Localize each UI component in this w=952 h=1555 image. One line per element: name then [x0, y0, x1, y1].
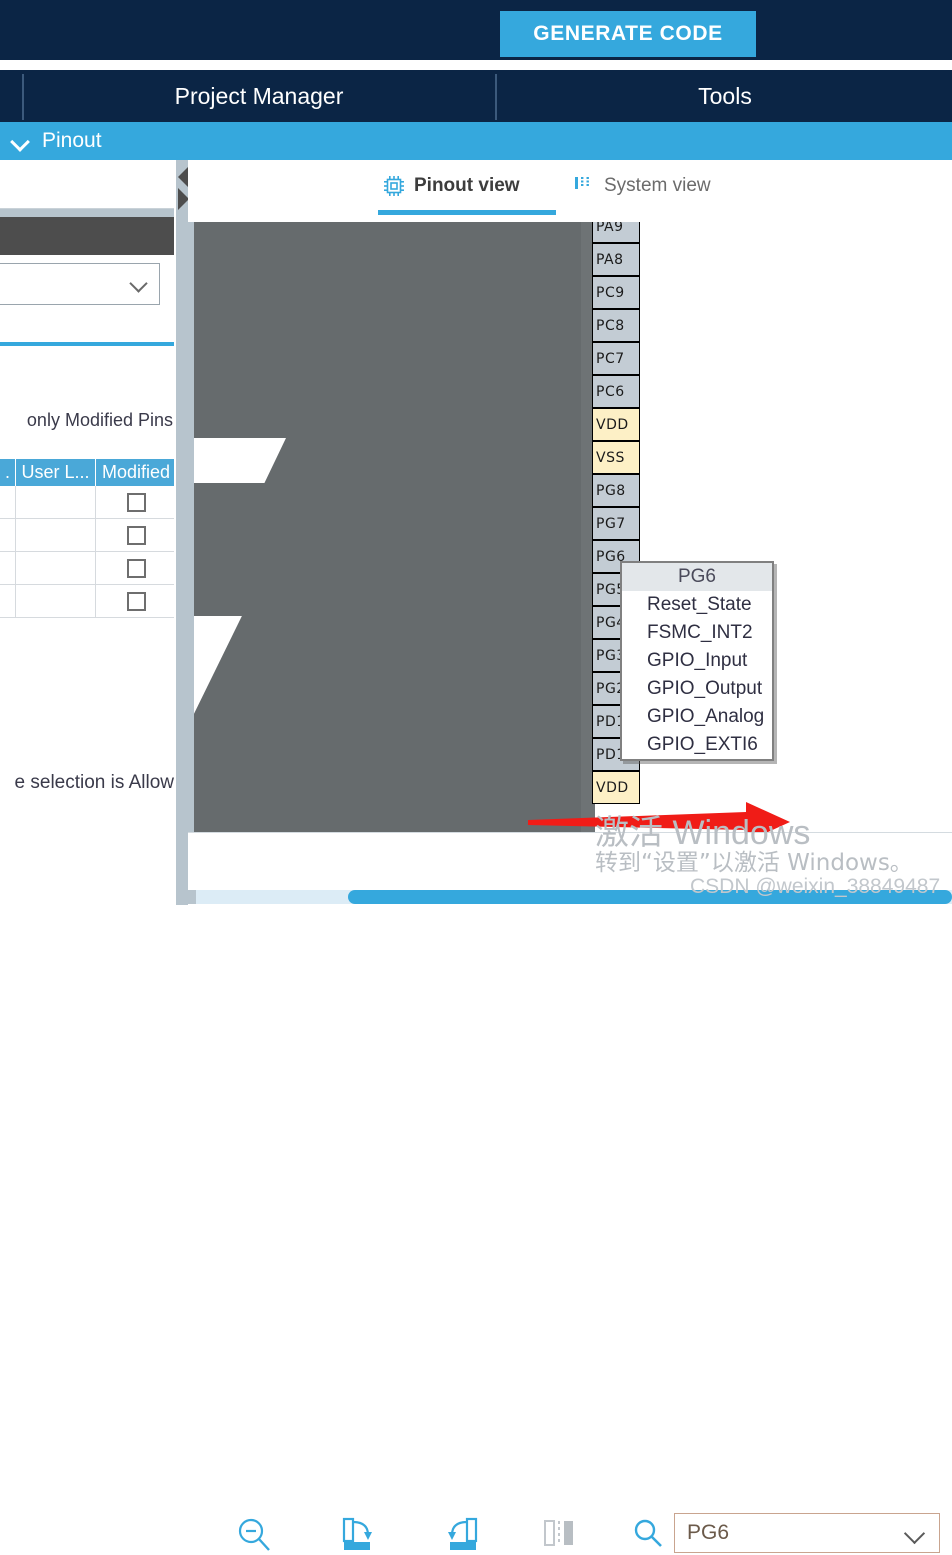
context-menu-item-reset_state[interactable]: Reset_State [622, 591, 772, 619]
left-sidebar-panel: only Modified Pins . User L... Modified [0, 160, 176, 905]
modified-checkbox[interactable] [126, 492, 146, 512]
context-menu-item-gpio_exti6[interactable]: GPIO_EXTI6 [622, 731, 772, 759]
toolbar-gap [0, 60, 952, 70]
table-row[interactable] [0, 519, 176, 552]
search-icon[interactable] [632, 1517, 664, 1549]
table-cell-modified [96, 486, 176, 518]
table-cell-modified [96, 585, 176, 617]
pin-label: VDD [596, 779, 629, 796]
sidebar-dropdown[interactable] [0, 263, 160, 305]
pin-label: PG7 [596, 515, 626, 532]
rotate-counterclockwise-icon[interactable] [438, 1514, 484, 1554]
table-row[interactable] [0, 486, 176, 519]
multiple-selection-allowed-label: e selection is Allow [14, 772, 174, 793]
table-cell-index [0, 552, 16, 584]
generate-code-button[interactable]: GENERATE CODE [500, 11, 756, 57]
pin-pc6[interactable]: PC6 [592, 375, 640, 408]
pin-pg8[interactable]: PG8 [592, 474, 640, 507]
chevron-down-icon[interactable] [131, 277, 147, 293]
pin-pc8[interactable]: PC8 [592, 309, 640, 342]
pin-vdd-power[interactable]: VDD [592, 408, 640, 441]
main-panel: Pinout view System view PA9 PA8 PC9 PC8 … [188, 160, 952, 1553]
top-toolbar: GENERATE CODE [0, 0, 952, 60]
layout-columns-icon[interactable] [540, 1514, 586, 1554]
table-header-user-label[interactable]: User L... [16, 459, 96, 486]
pin-label: PC8 [596, 317, 625, 334]
chevron-down-icon[interactable] [10, 130, 32, 152]
pin-pa8[interactable]: PA8 [592, 243, 640, 276]
menu-item-tools[interactable]: Tools [498, 70, 952, 122]
table-row[interactable] [0, 552, 176, 585]
pin-pc7[interactable]: PC7 [592, 342, 640, 375]
chevron-down-icon[interactable] [907, 1526, 925, 1544]
table-row[interactable] [0, 585, 176, 618]
canvas-hscrollbar-left-cap [188, 890, 196, 904]
chip-icon [383, 175, 405, 197]
pin-pa9[interactable]: PA9 [592, 222, 640, 243]
pin-pg7[interactable]: PG7 [592, 507, 640, 540]
pinout-canvas[interactable]: PA9 PA8 PC9 PC8 PC7 PC6 VDD VSS PG8 PG7 PG6 PG5 PG4 P… [188, 222, 952, 832]
pins-table: . User L... Modified [0, 459, 176, 618]
table-cell-modified [96, 552, 176, 584]
show-only-modified-pins-label: only Modified Pins [26, 410, 173, 430]
pin-label: PG8 [596, 482, 626, 499]
context-menu-item-gpio_analog[interactable]: GPIO_Analog [622, 703, 772, 731]
tab-active-underline [378, 210, 556, 215]
table-header-modified[interactable]: Modified [96, 459, 176, 486]
menu-left-spacer [0, 70, 22, 122]
context-menu-item-gpio_input[interactable]: GPIO_Input [622, 647, 772, 675]
pinout-accordion-header[interactable]: Pinout [0, 122, 952, 160]
sidebar-section-header [0, 217, 176, 255]
rotate-clockwise-icon[interactable] [336, 1514, 382, 1554]
context-menu-title: PG6 [622, 563, 772, 591]
context-menu-item-gpio_output[interactable]: GPIO_Output [622, 675, 772, 703]
sidebar-separator [0, 209, 176, 217]
table-cell-index [0, 486, 16, 518]
panel-splitter[interactable] [176, 160, 188, 905]
pin-label: VDD [596, 416, 629, 433]
pin-label: PC6 [596, 383, 625, 400]
table-cell-modified [96, 519, 176, 551]
canvas-hscrollbar-thumb[interactable] [348, 890, 952, 904]
canvas-toolbar: PG6 [188, 832, 952, 1553]
context-menu-item-fsmc_int2[interactable]: FSMC_INT2 [622, 619, 772, 647]
table-cell-index [0, 585, 16, 617]
pin-search-input[interactable]: PG6 [674, 1513, 940, 1553]
pin-search-value: PG6 [687, 1521, 730, 1544]
tab-pinout-view-label: Pinout view [414, 175, 520, 196]
pin-context-menu[interactable]: PG6 Reset_State FSMC_INT2 GPIO_Input GPIO_O… [620, 561, 774, 761]
grid-dots-icon [573, 175, 595, 197]
pin-label: PA8 [596, 251, 624, 268]
canvas-left-edge [188, 222, 194, 832]
pin-label: PC9 [596, 284, 625, 301]
zoom-out-icon[interactable] [232, 1514, 278, 1554]
modified-checkbox[interactable] [126, 558, 146, 578]
table-cell-index [0, 519, 16, 551]
pins-table-header: . User L... Modified [0, 459, 176, 486]
pin-vdd-power[interactable]: VDD [592, 771, 640, 804]
tab-pinout-view[interactable]: Pinout view [383, 167, 520, 205]
pin-vss-power[interactable]: VSS [592, 441, 640, 474]
pin-label: PA9 [596, 222, 624, 235]
view-tabs: Pinout view System view [188, 160, 952, 220]
tab-system-view-label: System view [604, 175, 711, 196]
tab-system-view[interactable]: System view [573, 167, 711, 205]
modified-checkbox[interactable] [126, 591, 146, 611]
sidebar-accent-line [0, 342, 176, 346]
table-cell-user-label [16, 552, 96, 584]
table-header-index[interactable]: . [0, 459, 16, 486]
pin-pc9[interactable]: PC9 [592, 276, 640, 309]
pinout-accordion-label: Pinout [42, 129, 102, 152]
chip-package-body[interactable] [188, 222, 593, 832]
table-cell-user-label [16, 486, 96, 518]
modified-checkbox[interactable] [126, 525, 146, 545]
menu-item-project-manager[interactable]: Project Manager [24, 70, 494, 122]
pin-label: PC7 [596, 350, 625, 367]
sidebar-top-blank [0, 160, 176, 209]
context-menu-items: Reset_State FSMC_INT2 GPIO_Input GPIO_Outpu… [622, 591, 772, 759]
table-cell-user-label [16, 519, 96, 551]
table-cell-user-label [16, 585, 96, 617]
menu-divider [495, 74, 497, 120]
pin-label: VSS [596, 449, 625, 466]
